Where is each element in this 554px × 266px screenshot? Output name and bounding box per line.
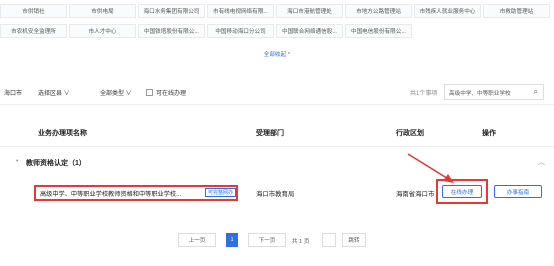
department-item[interactable]: 中国移动海口分公司 — [207, 24, 274, 38]
total-pages: 共 1 页 — [292, 239, 310, 245]
department-item[interactable]: 中国铁塔股份有限公... — [138, 24, 205, 38]
header-divider — [0, 146, 554, 147]
item-name[interactable]: 高级中学、中等职业学校教师资格和中等职业学校... — [40, 189, 181, 198]
header-actions: 操作 — [482, 130, 496, 137]
chevron-up-icon[interactable]: ︿ — [538, 157, 545, 167]
pagination: 上一页 1 下一页 共 1 页 跳转 — [0, 233, 554, 247]
online-handle-button[interactable]: 在线办理 — [442, 185, 482, 198]
table-row: 高级中学、中等职业学校教师资格和中等职业学校... 可完整网办 海口市教育局 海… — [0, 176, 554, 206]
city-label: 海口市 — [4, 91, 23, 97]
group-label: 教师资格认定（1） — [26, 160, 86, 167]
group-bullet-icon: • — [16, 158, 19, 165]
department-item[interactable]: 海口水务集团有限公司 — [138, 4, 205, 18]
department-item[interactable]: 海口市港航管理处 — [276, 4, 343, 18]
item-dept: 海口市教育局 — [256, 191, 295, 198]
department-item[interactable]: 市供销社 — [0, 4, 67, 18]
department-row-2: 市农机安全监理所 市人才中心 中国铁塔股份有限公... 中国移动海口分公司 中国… — [0, 24, 414, 38]
item-region: 海南省海口市 — [396, 191, 435, 198]
district-select[interactable]: 选择区县 ∨ — [38, 88, 70, 97]
online-only-label: 可在线办理 — [156, 91, 187, 97]
checkbox-icon[interactable] — [146, 89, 153, 96]
department-item[interactable]: 市供电局 — [69, 4, 136, 18]
filter-bar: 海口市 选择区县 ∨ 全部类型 ∨ 可在线办理 共1个事项 高级中学、中等职业学… — [0, 84, 554, 100]
result-count: 共1个事项 — [410, 91, 438, 97]
filter-divider — [0, 104, 554, 105]
department-item[interactable]: 市救助管理站 — [483, 4, 550, 18]
prev-page-button[interactable]: 上一页 — [178, 233, 216, 247]
type-select[interactable]: 全部类型 ∨ — [100, 88, 132, 97]
header-name: 业务办理项名称 — [38, 130, 87, 137]
department-item[interactable]: 市人才中心 — [69, 24, 136, 38]
search-icon[interactable]: ⌕ — [534, 87, 538, 97]
page-number-button[interactable]: 1 — [226, 233, 238, 247]
collapse-all-link[interactable]: 全部收起 ^ — [0, 50, 554, 58]
search-input[interactable]: 高级中学、中等职业学校 ⌕ — [444, 84, 544, 100]
header-region: 行政区划 — [396, 130, 424, 137]
full-online-tag: 可完整网办 — [205, 188, 237, 197]
department-item[interactable]: 市有线电视网络有限... — [207, 4, 274, 18]
guide-button[interactable]: 办事指南 — [494, 185, 542, 198]
goto-button[interactable]: 跳转 — [342, 233, 366, 247]
department-item[interactable]: 市农机安全监理所 — [0, 24, 67, 38]
next-page-button[interactable]: 下一页 — [248, 233, 286, 247]
department-item[interactable]: 市残疾人就业服务中心 — [414, 4, 481, 18]
department-item[interactable]: 中国电信股份有限公... — [345, 24, 412, 38]
department-row-1: 市供销社 市供电局 海口水务集团有限公司 市有线电视网络有限... 海口市港航管… — [0, 4, 552, 18]
header-dept: 受理部门 — [256, 130, 284, 137]
search-value: 高级中学、中等职业学校 — [449, 91, 511, 97]
department-item[interactable]: 市地方公路管理站 — [345, 4, 412, 18]
page-jump-input[interactable] — [322, 233, 336, 247]
department-item[interactable]: 中国联合网络通信股... — [276, 24, 343, 38]
online-only-checkbox[interactable]: 可在线办理 — [146, 88, 186, 97]
